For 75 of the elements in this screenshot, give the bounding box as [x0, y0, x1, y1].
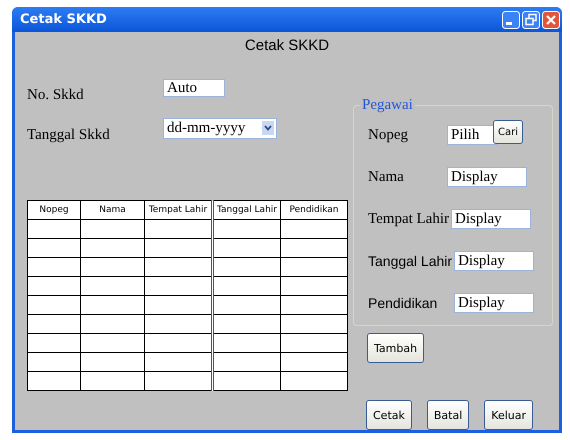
- table-cell: [280, 372, 348, 390]
- field-label: Nopeg: [368, 126, 409, 144]
- table-cell: [280, 352, 348, 372]
- table-cell: [28, 296, 80, 314]
- table-cell: [28, 238, 80, 258]
- input-field[interactable]: Auto: [163, 79, 225, 97]
- group-title: Pegawai: [361, 97, 414, 114]
- table-cell: [280, 276, 348, 296]
- action-button[interactable]: Keluar: [484, 400, 534, 430]
- table-cell: [212, 258, 280, 276]
- input-field[interactable]: Display: [454, 251, 534, 271]
- table-cell: [280, 238, 348, 258]
- minimize-icon[interactable]: [502, 10, 520, 28]
- column-header: Tanggal Lahir: [212, 200, 280, 220]
- table-cell: [280, 258, 348, 276]
- table-cell: [144, 334, 212, 352]
- table-cell: [80, 314, 144, 334]
- caret-icon: [262, 121, 274, 135]
- field-label: No. Skkd: [27, 86, 85, 104]
- table-cell: [80, 258, 144, 276]
- table-cell: [144, 220, 212, 238]
- table-cell: [212, 296, 280, 314]
- table-cell: [80, 238, 144, 258]
- table-cell: [212, 220, 280, 238]
- table-cell: [28, 334, 80, 352]
- close-icon[interactable]: [542, 10, 560, 28]
- field-label: Tempat Lahir: [368, 210, 449, 228]
- table-cell: [212, 334, 280, 352]
- input-field[interactable]: Display: [454, 293, 534, 313]
- table-cell: [28, 220, 80, 238]
- table-cell: [28, 352, 80, 372]
- table-cell: [280, 334, 348, 352]
- table-cell: [28, 258, 80, 276]
- column-header: Nama: [80, 200, 144, 220]
- table-cell: [80, 352, 144, 372]
- table-cell: [212, 352, 280, 372]
- input-field[interactable]: Display: [451, 209, 531, 229]
- table-cell: [80, 276, 144, 296]
- table-cell: [144, 372, 212, 390]
- field-label: Tanggal Skkd: [27, 126, 111, 144]
- table-cell: [280, 220, 348, 238]
- table-cell: [144, 238, 212, 258]
- field-label: Nama: [368, 168, 405, 186]
- table-cell: [280, 296, 348, 314]
- table-cell: [144, 296, 212, 314]
- table-cell: [144, 352, 212, 372]
- restore-icon[interactable]: [522, 10, 540, 28]
- table-cell: [280, 314, 348, 334]
- window-title: Cetak SKKD: [20, 12, 107, 27]
- table-cell: [28, 276, 80, 296]
- table-cell: [80, 334, 144, 352]
- table-cell: [28, 372, 80, 390]
- action-button[interactable]: Batal: [426, 400, 470, 430]
- column-header: Tempat Lahir: [144, 200, 212, 220]
- table-cell: [212, 372, 280, 390]
- field-label: Pendidikan: [368, 295, 438, 311]
- table-cell: [80, 296, 144, 314]
- table-cell: [144, 258, 212, 276]
- add-button[interactable]: Tambah: [367, 333, 424, 363]
- column-header: Pendidikan: [280, 200, 348, 220]
- input-field[interactable]: Pilih: [447, 125, 497, 145]
- form-heading: Cetak SKKD: [244, 36, 330, 54]
- action-button[interactable]: Cetak: [366, 400, 412, 430]
- table-cell: [80, 372, 144, 390]
- table-cell: [212, 276, 280, 296]
- column-header: Nopeg: [28, 200, 80, 220]
- table-cell: [212, 314, 280, 334]
- table-cell: [80, 220, 144, 238]
- input-field[interactable]: Display: [447, 167, 527, 187]
- table-cell: [144, 314, 212, 334]
- table-cell: [212, 238, 280, 258]
- date-dropdown[interactable]: dd-mm-yyyy: [163, 118, 277, 138]
- table-cell: [144, 276, 212, 296]
- field-label: Tanggal Lahir: [368, 253, 452, 269]
- table-cell: [28, 314, 80, 334]
